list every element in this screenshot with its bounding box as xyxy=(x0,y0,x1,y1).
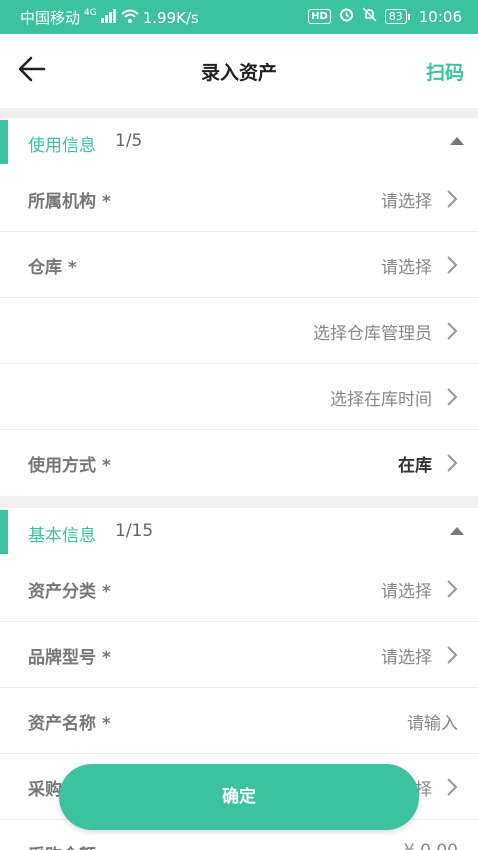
chevron-right-icon xyxy=(447,778,458,796)
field-row-usage-mode[interactable]: 使用方式 * 在库 xyxy=(0,430,478,496)
field-value: 请选择 xyxy=(381,582,432,602)
asset-name-input[interactable]: 请输入 xyxy=(407,709,458,734)
section-accent-bar xyxy=(0,510,8,554)
field-row-organization[interactable]: 所属机构 * 请选择 xyxy=(0,166,478,232)
carrier-name: 中国移动 xyxy=(20,9,81,27)
network-type: 4G xyxy=(84,7,97,18)
collapse-caret-icon xyxy=(450,137,464,145)
alarm-icon xyxy=(339,7,354,26)
field-label: 仓库 * xyxy=(28,258,77,278)
signal-icon xyxy=(100,8,117,27)
field-row-storage-time[interactable]: 选择在库时间 xyxy=(0,364,478,430)
section-accent-bar xyxy=(0,120,8,164)
field-value: 选择仓库管理员 xyxy=(313,324,432,344)
collapse-caret-icon xyxy=(450,527,464,535)
field-value: 请选择 xyxy=(381,192,432,212)
page-title: 录入资产 xyxy=(200,62,277,84)
battery-icon: 83 xyxy=(384,9,410,24)
field-label: 品牌型号 * xyxy=(28,648,111,668)
field-row-warehouse-manager[interactable]: 选择仓库管理员 xyxy=(0,298,478,364)
wifi-icon xyxy=(121,9,139,27)
section-title: 基本信息 xyxy=(28,526,96,546)
section-title: 使用信息 xyxy=(28,136,96,156)
chevron-right-icon xyxy=(447,322,458,340)
confirm-button[interactable]: 确定 xyxy=(59,764,419,830)
field-value: 选择在库时间 xyxy=(330,390,432,410)
chevron-right-icon xyxy=(447,454,458,472)
field-label: 采购 xyxy=(28,780,62,800)
nav-bar: 录入资产 扫码 xyxy=(0,34,478,108)
field-value: 请选择 xyxy=(381,258,432,278)
field-value: 请选择 xyxy=(381,648,432,668)
clock-time: 10:06 xyxy=(418,7,462,26)
status-left: 中国移动 4G 1.99K/s xyxy=(20,7,199,28)
chevron-right-icon xyxy=(447,646,458,664)
field-row-brand-model[interactable]: 品牌型号 * 请选择 xyxy=(0,622,478,688)
chevron-right-icon xyxy=(447,256,458,274)
section-count: 1/15 xyxy=(115,521,154,541)
field-row-asset-name[interactable]: 资产名称 * 请输入 xyxy=(0,688,478,754)
purchase-amount-input[interactable]: ¥ 0.00 xyxy=(404,841,458,850)
field-label: 资产分类 * xyxy=(28,582,111,602)
field-label: 资产名称 * xyxy=(28,714,111,734)
back-button[interactable] xyxy=(18,56,54,86)
field-label: 使用方式 * xyxy=(28,456,111,476)
field-row-asset-category[interactable]: 资产分类 * 请选择 xyxy=(0,556,478,622)
field-label: 采购金额 xyxy=(28,841,96,850)
section-divider xyxy=(0,108,478,118)
field-value: 在库 xyxy=(398,456,432,476)
section-divider xyxy=(0,496,478,508)
mute-icon xyxy=(362,7,377,26)
arrow-left-icon xyxy=(18,56,46,86)
section-header-basic[interactable]: 基本信息 1/15 xyxy=(0,508,478,556)
field-row-warehouse[interactable]: 仓库 * 请选择 xyxy=(0,232,478,298)
chevron-right-icon xyxy=(447,388,458,406)
chevron-right-icon xyxy=(447,580,458,598)
status-right: HD 83 10:06 xyxy=(308,7,462,26)
status-bar: 中国移动 4G 1.99K/s HD 83 10:06 xyxy=(0,0,478,34)
field-label: 所属机构 * xyxy=(28,192,111,212)
network-speed: 1.99K/s xyxy=(142,8,199,27)
hd-badge: HD xyxy=(308,9,331,24)
section-header-usage[interactable]: 使用信息 1/5 xyxy=(0,118,478,166)
scan-button[interactable]: 扫码 xyxy=(426,58,464,85)
chevron-right-icon xyxy=(447,190,458,208)
section-count: 1/5 xyxy=(115,131,143,151)
